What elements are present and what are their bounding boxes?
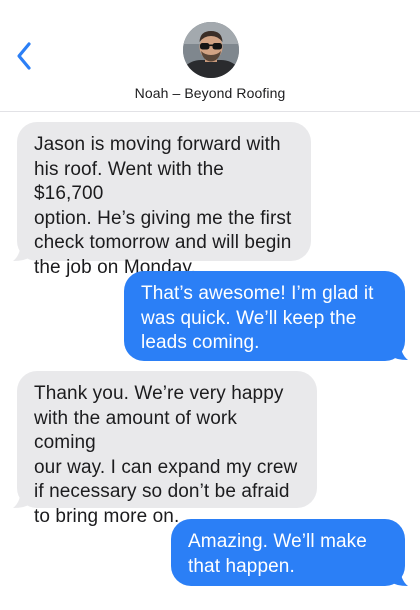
message-line: Jason is moving forward with [34, 134, 281, 155]
message-line: his roof. Went with the $16,700 [34, 158, 224, 205]
chevron-left-icon [17, 42, 31, 70]
message-line: Amazing. We’ll make [188, 531, 367, 552]
back-button[interactable] [8, 38, 40, 74]
outgoing-message[interactable]: That’s awesome! I’m glad it was quick. W… [124, 271, 405, 361]
message-line: if necessary so don’t be afraid [34, 481, 290, 502]
conversation-header: Noah – Beyond Roofing [0, 0, 420, 112]
outgoing-message[interactable]: Amazing. We’ll make that happen. [171, 519, 405, 586]
contact-name[interactable]: Noah – Beyond Roofing [0, 85, 420, 101]
message-line: leads coming. [141, 332, 260, 353]
message-line: our way. I can expand my crew [34, 456, 298, 478]
incoming-message[interactable]: Jason is moving forward with his roof. W… [17, 122, 311, 278]
message-line: Thank you. We’re very happy [34, 383, 284, 404]
avatar-photo [183, 22, 239, 78]
message-line: option. He’s giving me the first [34, 207, 292, 229]
message-line: check tomorrow and will begin [34, 232, 292, 253]
message-line: was quick. We’ll keep the [141, 307, 357, 329]
message-line: with the amount of work coming [34, 407, 237, 454]
message-line: That’s awesome! I’m glad it [141, 283, 374, 304]
incoming-message[interactable]: Thank you. We’re very happy with the amo… [17, 371, 317, 527]
message-line: that happen. [188, 555, 295, 577]
contact-avatar[interactable] [183, 22, 239, 78]
